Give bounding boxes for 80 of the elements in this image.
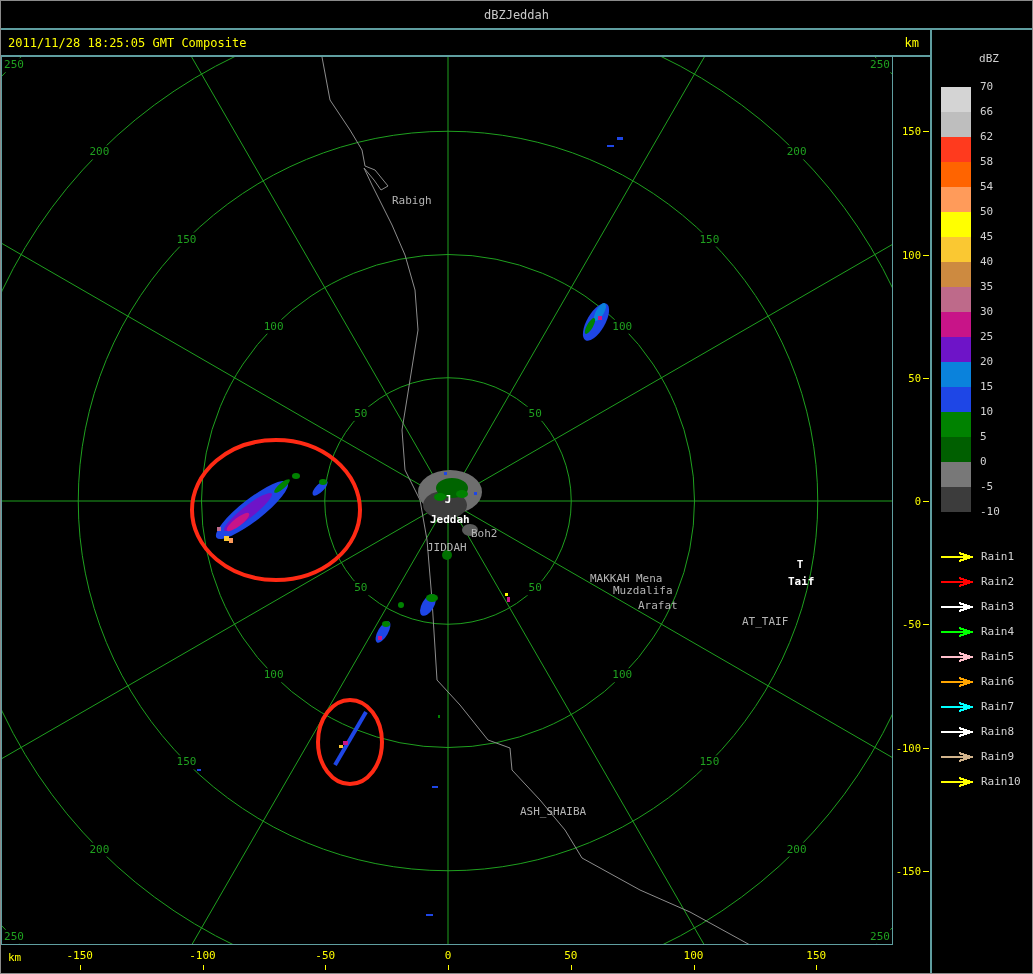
window-title: dBZJeddah — [484, 7, 549, 22]
scale-label: -10 — [980, 506, 1000, 520]
scale-label: 58 — [980, 156, 995, 170]
scale-label: 20 — [980, 356, 995, 370]
scale-label: 30 — [980, 306, 995, 320]
axis-tick-label: 0 — [914, 495, 921, 507]
range-label: 50 — [354, 406, 368, 420]
range-label: 100 — [263, 668, 284, 682]
range-label: 250 — [870, 58, 890, 72]
place-label: JIDDAH — [427, 541, 467, 554]
scale-label: 35 — [980, 281, 995, 295]
range-label: 200 — [89, 842, 110, 856]
scale-label: 25 — [980, 331, 995, 345]
place-label: Boh2 — [471, 527, 498, 540]
scale-label: 0 — [980, 456, 988, 470]
track-label: Rain6 — [981, 675, 1015, 688]
axis-tick-label: 150 — [806, 950, 827, 962]
range-label: 100 — [612, 319, 633, 333]
unit-label: km — [904, 35, 919, 50]
axis-tick-label: -50 — [902, 618, 921, 631]
track-label: Rain10 — [981, 775, 1021, 788]
scale-label: 62 — [980, 131, 995, 145]
scale-label: 50 — [980, 206, 995, 220]
axis-tick-label: 100 — [902, 248, 921, 261]
site-label: Taif — [788, 575, 815, 588]
scale-label: 66 — [980, 106, 995, 120]
range-label: 150 — [699, 232, 720, 246]
axis-tick-label: 50 — [908, 371, 921, 384]
track-label: Rain3 — [981, 600, 1015, 613]
place-label: Muzdalifa — [613, 584, 673, 597]
track-label: Rain8 — [981, 725, 1015, 738]
range-label: 150 — [176, 755, 197, 769]
range-label: 50 — [528, 581, 542, 595]
place-label: Mena — [636, 572, 663, 585]
track-label: Rain2 — [981, 575, 1015, 588]
scale-label: 15 — [980, 381, 995, 395]
place-label: Arafat — [638, 599, 678, 612]
range-label: 150 — [176, 232, 197, 246]
axis-tick-label: -50 — [315, 950, 336, 962]
scale-label: 40 — [980, 256, 995, 270]
axis-tick-label: 50 — [564, 950, 578, 962]
axis-tick-label: -100 — [895, 741, 921, 754]
axis-tick-label: -100 — [189, 950, 216, 962]
scale-label: -5 — [980, 481, 995, 495]
range-label: 150 — [699, 755, 720, 769]
place-label: MAKKAH — [590, 572, 630, 585]
range-label: 250 — [4, 929, 24, 943]
axis-tick-label: -150 — [66, 950, 93, 962]
site-label: Jeddah — [430, 513, 470, 526]
axis-tick-label: 150 — [902, 125, 921, 138]
scale-label: 5 — [980, 431, 988, 445]
range-label: 100 — [263, 319, 284, 333]
track-label: Rain9 — [981, 750, 1015, 763]
axis-tick-label: 100 — [683, 950, 704, 962]
range-label: 200 — [89, 145, 110, 159]
range-label: 250 — [870, 929, 890, 943]
axis-tick-label: -150 — [895, 864, 921, 877]
place-label: AT_TAIF — [742, 615, 789, 628]
axis-tick-label: 0 — [444, 950, 452, 962]
track-label: Rain5 — [981, 650, 1015, 663]
unit-label: km — [8, 952, 22, 964]
scale-label: 10 — [980, 406, 995, 420]
legend-title: dBZ — [978, 52, 1000, 66]
range-label: 200 — [786, 145, 807, 159]
site-label: J — [444, 493, 452, 506]
range-label: 250 — [4, 58, 24, 72]
place-label: ASH_SHAIBA — [520, 805, 587, 818]
range-label: 50 — [354, 581, 368, 595]
place-label: Rabigh — [392, 194, 432, 207]
range-label: 100 — [612, 668, 633, 682]
timestamp-label: 2011/11/28 18:25:05 GMT Composite — [8, 35, 247, 50]
scale-label: 70 — [980, 81, 995, 95]
site-label: T — [796, 558, 804, 571]
track-label: Rain7 — [981, 700, 1015, 713]
scale-label: 54 — [980, 181, 995, 195]
track-label: Rain4 — [981, 625, 1015, 638]
range-label: 200 — [786, 842, 807, 856]
scale-label: 45 — [980, 231, 995, 245]
range-label: 50 — [528, 406, 542, 420]
track-label: Rain1 — [981, 550, 1015, 563]
